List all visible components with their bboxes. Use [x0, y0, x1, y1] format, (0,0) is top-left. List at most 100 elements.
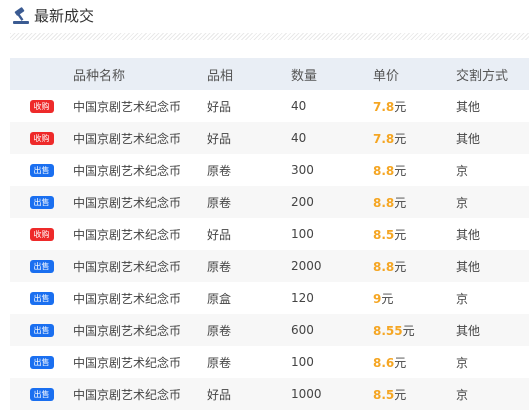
price-value: 7.8	[373, 131, 395, 146]
sell-badge: 出售	[29, 324, 54, 337]
col-type-header	[10, 58, 73, 90]
quality-cell: 好品	[207, 99, 232, 114]
price-value: 8.8	[373, 195, 395, 210]
quantity-cell: 40	[291, 99, 307, 113]
price-cell: 9元	[373, 282, 456, 314]
quality-cell: 好品	[207, 131, 232, 146]
type-cell: 收购	[10, 122, 73, 154]
table-header-row: 品种名称 品相 数量 单价 交割方式	[10, 58, 529, 90]
table-row[interactable]: 收购 中国京剧艺术纪念币 好品 100 8.5元 其他	[10, 218, 529, 250]
col-price-header: 单价	[373, 68, 400, 84]
quality-cell: 原卷	[207, 323, 232, 338]
product-name[interactable]: 中国京剧艺术纪念币	[73, 186, 207, 218]
quality-cell: 原盒	[207, 291, 232, 306]
delivery-method-cell: 京	[456, 387, 469, 402]
price-unit: 元	[394, 195, 407, 210]
product-name[interactable]: 中国京剧艺术纪念币	[73, 250, 207, 282]
type-cell: 收购	[10, 90, 73, 122]
delivery-method-cell: 京	[456, 195, 469, 210]
price-value: 8.8	[373, 259, 395, 274]
type-cell: 出售	[10, 154, 73, 186]
sell-badge: 出售	[29, 388, 54, 401]
table-row[interactable]: 出售 中国京剧艺术纪念币 原卷 100 8.6元京	[10, 346, 529, 378]
quality-cell: 好品	[207, 227, 232, 242]
section-title: 最新成交	[34, 7, 95, 25]
table-row[interactable]: 出售 中国京剧艺术纪念币 原卷 2000 8.8元 其他	[10, 250, 529, 282]
price-value: 8.55	[373, 323, 403, 338]
product-name[interactable]: 中国京剧艺术纪念币	[73, 154, 207, 186]
type-cell: 出售	[10, 378, 73, 410]
price-cell: 8.8元	[373, 154, 456, 186]
price-cell: 8.6元	[373, 346, 456, 378]
price-cell: 8.55元	[373, 314, 456, 346]
price-cell: 8.5元	[373, 218, 456, 250]
buy-badge: 收购	[29, 100, 54, 113]
delivery-method-cell: 京	[456, 291, 469, 306]
table-row[interactable]: 收购 中国京剧艺术纪念币 好品 40 7.8元 其他	[10, 122, 529, 154]
quantity-cell: 200	[291, 195, 314, 209]
type-cell: 出售	[10, 282, 73, 314]
price-value: 7.8	[373, 99, 395, 114]
quality-cell: 原卷	[207, 195, 232, 210]
quantity-cell: 600	[291, 323, 314, 337]
gavel-icon	[13, 7, 29, 24]
quantity-cell: 1000	[291, 387, 322, 401]
price-cell: 8.5元	[373, 378, 456, 410]
product-name[interactable]: 中国京剧艺术纪念币	[73, 346, 207, 378]
product-name[interactable]: 中国京剧艺术纪念币	[73, 218, 207, 250]
price-unit: 元	[394, 131, 407, 146]
delivery-method-cell: 其他	[456, 323, 481, 338]
col-qty-header: 数量	[291, 68, 318, 84]
type-cell: 出售	[10, 186, 73, 218]
deals-table: 品种名称 品相 数量 单价 交割方式 收购 中国京剧艺术纪念币 好品 40 7.8元 其他…	[10, 58, 529, 410]
product-name[interactable]: 中国京剧艺术纪念币	[73, 314, 207, 346]
delivery-method-cell: 其他	[456, 259, 481, 274]
quality-cell: 原卷	[207, 163, 232, 178]
table-row[interactable]: 出售 中国京剧艺术纪念币 原卷 600 8.55元 其他	[10, 314, 529, 346]
quantity-cell: 40	[291, 131, 307, 145]
price-value: 8.6	[373, 355, 395, 370]
quantity-cell: 120	[291, 291, 314, 305]
price-unit: 元	[394, 387, 407, 402]
product-name[interactable]: 中国京剧艺术纪念币	[73, 378, 207, 410]
type-cell: 收购	[10, 218, 73, 250]
price-unit: 元	[394, 99, 407, 114]
table-row[interactable]: 出售 中国京剧艺术纪念币 原盒 120 9元京	[10, 282, 529, 314]
quality-cell: 好品	[207, 387, 232, 402]
price-unit: 元	[394, 227, 407, 242]
table-row[interactable]: 出售 中国京剧艺术纪念币 好品 1000 8.5元京	[10, 378, 529, 410]
type-cell: 出售	[10, 250, 73, 282]
sell-badge: 出售	[29, 196, 54, 209]
quantity-cell: 2000	[291, 259, 322, 273]
price-unit: 元	[402, 323, 415, 338]
product-name[interactable]: 中国京剧艺术纪念币	[73, 282, 207, 314]
price-unit: 元	[394, 163, 407, 178]
delivery-method-cell: 京	[456, 163, 469, 178]
sell-badge: 出售	[29, 164, 54, 177]
product-name[interactable]: 中国京剧艺术纪念币	[73, 122, 207, 154]
header-divider	[10, 33, 529, 40]
delivery-method-cell: 其他	[456, 131, 481, 146]
latest-deals-header: 最新成交	[10, 0, 529, 32]
delivery-method-cell: 京	[456, 355, 469, 370]
price-unit: 元	[381, 291, 394, 306]
col-quality-header: 品相	[207, 68, 234, 84]
price-value: 8.5	[373, 387, 395, 402]
type-cell: 出售	[10, 314, 73, 346]
price-cell: 8.8元	[373, 186, 456, 218]
sell-badge: 出售	[29, 292, 54, 305]
price-unit: 元	[394, 355, 407, 370]
table-row[interactable]: 出售 中国京剧艺术纪念币 原卷 300 8.8元京	[10, 154, 529, 186]
buy-badge: 收购	[29, 228, 54, 241]
table-row[interactable]: 出售 中国京剧艺术纪念币 原卷 200 8.8元京	[10, 186, 529, 218]
product-name[interactable]: 中国京剧艺术纪念币	[73, 90, 207, 122]
table-row[interactable]: 收购 中国京剧艺术纪念币 好品 40 7.8元 其他	[10, 90, 529, 122]
table-body: 收购 中国京剧艺术纪念币 好品 40 7.8元 其他 收购 中国京剧艺术纪念币 好品 40 7.8元…	[10, 90, 529, 410]
quantity-cell: 100	[291, 355, 314, 369]
price-value: 8.8	[373, 163, 395, 178]
quality-cell: 原卷	[207, 259, 232, 274]
price-cell: 7.8元	[373, 122, 456, 154]
quantity-cell: 100	[291, 227, 314, 241]
quantity-cell: 300	[291, 163, 314, 177]
delivery-method-cell: 其他	[456, 99, 481, 114]
